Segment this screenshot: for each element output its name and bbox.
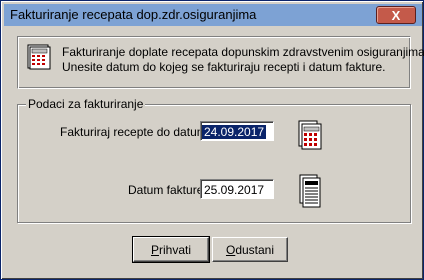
close-button[interactable]: X: [376, 6, 416, 24]
recepti-date-value: 24.09.2017: [202, 125, 267, 139]
calculator-document-icon[interactable]: [298, 120, 322, 150]
cancel-button-label: dustani: [235, 242, 275, 257]
cancel-button[interactable]: Odustani: [212, 237, 288, 262]
info-text-line2: Unesite datum do kojeg se fakturiraju re…: [62, 60, 386, 74]
info-panel: Fakturiranje doplate recepata dopunskim …: [17, 36, 424, 89]
recepti-date-label: Fakturiraj recepte do datuma:: [60, 125, 217, 139]
groupbox-title: Podaci za fakturiranje: [26, 97, 146, 111]
invoice-document-icon[interactable]: [299, 174, 321, 208]
close-icon: X: [391, 7, 401, 23]
info-text-line1: Fakturiranje doplate recepata dopunskim …: [62, 45, 424, 59]
window-title: Fakturiranje recepata dop.zdr.osiguranji…: [10, 7, 257, 22]
invoice-date-value: 25.09.2017: [204, 183, 265, 197]
accept-button-label: rihvati: [159, 242, 192, 257]
accept-button-mnemonic: P: [150, 242, 159, 257]
cancel-button-mnemonic: O: [225, 242, 236, 257]
accept-button[interactable]: Prihvati: [132, 236, 210, 263]
invoice-date-input[interactable]: 25.09.2017: [200, 179, 274, 199]
title-bar[interactable]: Fakturiranje recepata dop.zdr.osiguranji…: [4, 4, 422, 26]
document-calculator-icon: [27, 44, 51, 70]
dialog-window: Fakturiranje recepata dop.zdr.osiguranji…: [0, 0, 424, 280]
invoice-date-label: Datum fakture:: [128, 183, 207, 197]
recepti-date-input[interactable]: 24.09.2017: [200, 121, 274, 141]
